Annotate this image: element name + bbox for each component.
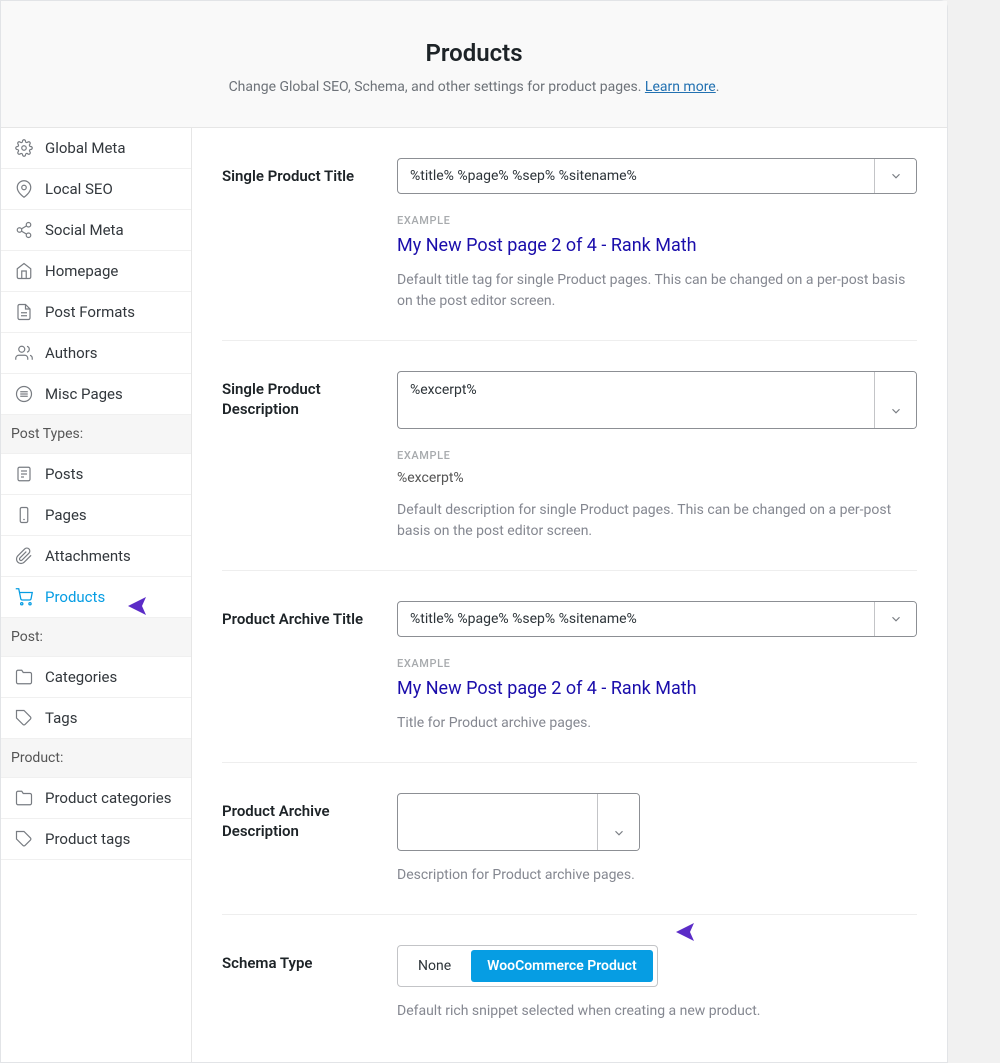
sidebar-section-product: Product: xyxy=(1,739,191,778)
sidebar-section-post: Post: xyxy=(1,618,191,657)
help-text: Default description for single Product p… xyxy=(397,500,917,542)
sidebar-item-label: Homepage xyxy=(45,262,118,280)
variable-dropdown-button[interactable] xyxy=(874,602,916,636)
sidebar-item-posts[interactable]: Posts xyxy=(1,454,191,495)
field-schema-type: Schema Type None WooCommerce Product Def… xyxy=(222,945,917,1022)
settings-form: Single Product Title EXAMPLE My New Post… xyxy=(192,128,947,1062)
post-icon xyxy=(15,465,33,483)
sidebar-item-post-formats[interactable]: Post Formats xyxy=(1,292,191,333)
example-label: EXAMPLE xyxy=(397,657,917,670)
sidebar-item-label: Attachments xyxy=(45,547,131,565)
sidebar-item-social-meta[interactable]: Social Meta xyxy=(1,210,191,251)
field-label: Product Archive Title xyxy=(222,601,377,734)
list-icon xyxy=(15,385,33,403)
annotation-arrow-products xyxy=(128,595,186,617)
gear-icon xyxy=(15,139,33,157)
sidebar-item-homepage[interactable]: Homepage xyxy=(1,251,191,292)
sidebar-item-label: Product tags xyxy=(45,830,130,848)
sidebar-item-product-tags[interactable]: Product tags xyxy=(1,819,191,860)
archive-title-input-group xyxy=(397,601,917,637)
page-title: Products xyxy=(21,39,927,67)
example-label: EXAMPLE xyxy=(397,214,917,227)
sidebar-item-label: Pages xyxy=(45,506,87,524)
sidebar-item-label: Categories xyxy=(45,668,117,686)
home-icon xyxy=(15,262,33,280)
field-single-product-title: Single Product Title EXAMPLE My New Post… xyxy=(222,158,917,341)
help-text: Title for Product archive pages. xyxy=(397,713,917,734)
single-description-input[interactable]: %excerpt% xyxy=(398,372,874,428)
field-product-archive-title: Product Archive Title EXAMPLE My New Pos… xyxy=(222,601,917,763)
location-pin-icon xyxy=(15,180,33,198)
field-product-archive-description: Product Archive Description Description … xyxy=(222,793,917,915)
folder-icon xyxy=(15,789,33,807)
archive-description-input[interactable] xyxy=(398,794,597,850)
help-text: Description for Product archive pages. xyxy=(397,865,640,886)
example-value: My New Post page 2 of 4 - Rank Math xyxy=(397,678,917,699)
sidebar-item-misc-pages[interactable]: Misc Pages xyxy=(1,374,191,415)
document-icon xyxy=(15,303,33,321)
sidebar-item-label: Products xyxy=(45,588,105,606)
help-text: Default title tag for single Product pag… xyxy=(397,270,917,312)
archive-description-input-group xyxy=(397,793,640,851)
sidebar-item-product-categories[interactable]: Product categories xyxy=(1,778,191,819)
sidebar-item-label: Authors xyxy=(45,344,98,362)
sidebar-item-label: Misc Pages xyxy=(45,385,123,403)
sidebar-item-label: Global Meta xyxy=(45,139,126,157)
variable-dropdown-button[interactable] xyxy=(874,159,916,193)
tag-icon xyxy=(15,830,33,848)
description-input-group: %excerpt% xyxy=(397,371,917,429)
sidebar-item-label: Social Meta xyxy=(45,221,124,239)
sidebar-item-label: Posts xyxy=(45,465,83,483)
title-input-group xyxy=(397,158,917,194)
example-label: EXAMPLE xyxy=(397,449,917,462)
share-icon xyxy=(15,221,33,239)
schema-type-toggle-group: None WooCommerce Product xyxy=(397,945,658,987)
annotation-arrow-schema xyxy=(676,921,734,943)
sidebar-item-authors[interactable]: Authors xyxy=(1,333,191,374)
sidebar-item-categories[interactable]: Categories xyxy=(1,657,191,698)
learn-more-link[interactable]: Learn more xyxy=(645,79,716,95)
field-label: Product Archive Description xyxy=(222,793,377,886)
field-label: Single Product Title xyxy=(222,158,377,312)
variable-dropdown-button[interactable] xyxy=(597,794,639,850)
field-label: Schema Type xyxy=(222,945,377,1022)
sidebar-item-global-meta[interactable]: Global Meta xyxy=(1,128,191,169)
sidebar-item-local-seo[interactable]: Local SEO xyxy=(1,169,191,210)
single-title-input[interactable] xyxy=(398,159,874,193)
paperclip-icon xyxy=(15,547,33,565)
schema-option-none[interactable]: None xyxy=(402,950,467,982)
device-icon xyxy=(15,506,33,524)
schema-option-woocommerce[interactable]: WooCommerce Product xyxy=(471,950,653,982)
sidebar-item-attachments[interactable]: Attachments xyxy=(1,536,191,577)
page-header: Products Change Global SEO, Schema, and … xyxy=(1,1,947,128)
sidebar-item-label: Post Formats xyxy=(45,303,135,321)
field-label: Single Product Description xyxy=(222,371,377,542)
sidebar-item-label: Tags xyxy=(45,709,77,727)
field-single-product-description: Single Product Description %excerpt% EXA… xyxy=(222,371,917,571)
folder-icon xyxy=(15,668,33,686)
sidebar-item-pages[interactable]: Pages xyxy=(1,495,191,536)
sidebar-section-post-types: Post Types: xyxy=(1,415,191,454)
archive-title-input[interactable] xyxy=(398,602,874,636)
example-value: My New Post page 2 of 4 - Rank Math xyxy=(397,235,917,256)
help-text: Default rich snippet selected when creat… xyxy=(397,1001,917,1022)
sidebar-item-label: Product categories xyxy=(45,789,171,807)
sidebar-item-tags[interactable]: Tags xyxy=(1,698,191,739)
page-subtitle: Change Global SEO, Schema, and other set… xyxy=(21,79,927,95)
shopping-cart-icon xyxy=(15,588,33,606)
tag-icon xyxy=(15,709,33,727)
example-value: %excerpt% xyxy=(397,470,917,486)
users-icon xyxy=(15,344,33,362)
variable-dropdown-button[interactable] xyxy=(874,372,916,428)
sidebar-item-label: Local SEO xyxy=(45,180,113,198)
